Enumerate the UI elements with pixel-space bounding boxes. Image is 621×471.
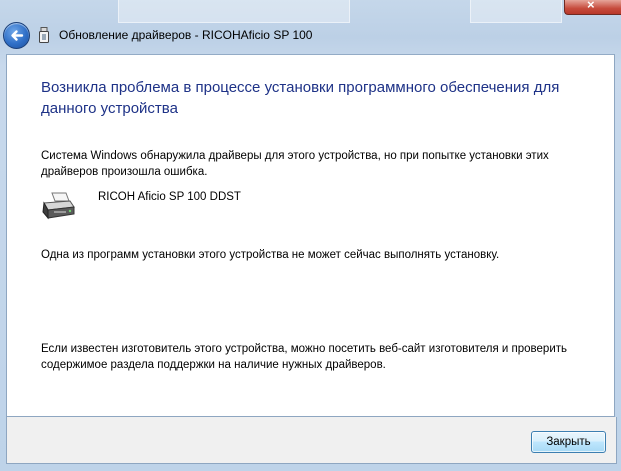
usb-device-icon [39, 27, 49, 43]
error-description: Система Windows обнаружила драйверы для … [41, 150, 549, 178]
device-name: RICOH Aficio SP 100 DDST [98, 191, 241, 203]
button-bar: Закрыть [6, 417, 617, 464]
back-arrow-icon [11, 30, 24, 41]
back-button[interactable] [3, 22, 30, 49]
close-button[interactable]: Закрыть [531, 431, 606, 453]
background-window-ghost [118, 0, 350, 23]
error-heading: Возникла проблема в процессе установки п… [41, 79, 560, 117]
dialog-content: Возникла проблема в процессе установки п… [6, 54, 615, 417]
printer-icon [42, 192, 75, 220]
window-close-button[interactable]: × [564, 0, 621, 15]
hint-message: Если известен изготовитель этого устройс… [41, 343, 567, 371]
window-title: Обновление драйверов - RICOHAficio SP 10… [59, 28, 313, 42]
close-icon: × [587, 0, 595, 12]
status-message: Одна из программ установки этого устройс… [41, 249, 500, 261]
dialog-window: × Обновление драйверов - RICOHAficio SP … [0, 0, 621, 471]
background-window-ghost [470, 0, 562, 23]
